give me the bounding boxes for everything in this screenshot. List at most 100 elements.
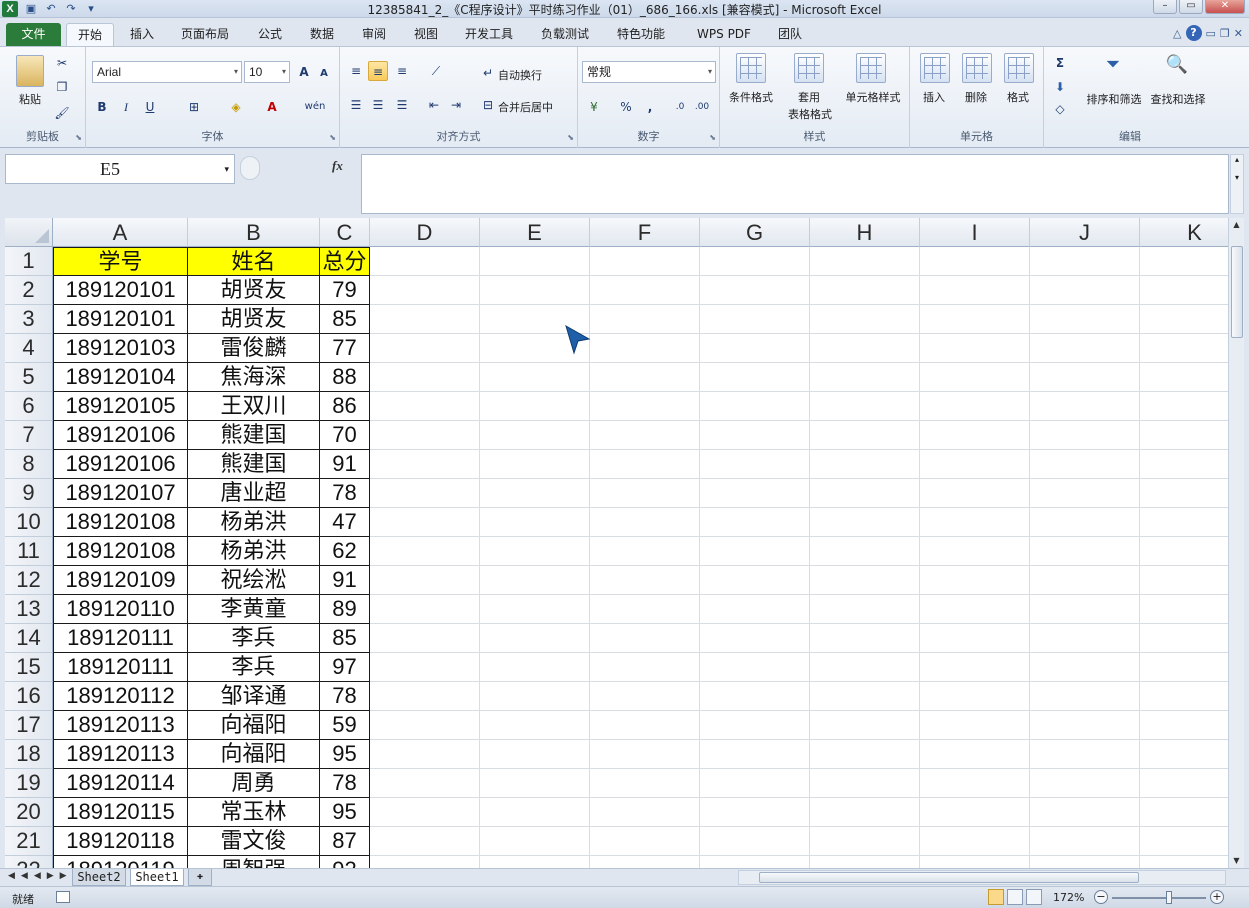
empty-cell[interactable] [700,682,810,711]
close-button[interactable]: ✕ [1205,0,1245,14]
empty-cell[interactable] [370,305,480,334]
empty-cell[interactable] [370,682,480,711]
cell-styles-button[interactable]: 单元格样式 [840,89,906,105]
empty-cell[interactable] [810,682,920,711]
empty-cell[interactable] [920,537,1030,566]
cell-student-id[interactable]: 189120113 [53,711,188,740]
page-break-view-button[interactable] [1026,889,1042,905]
empty-cell[interactable] [1030,856,1140,868]
empty-cell[interactable] [370,508,480,537]
empty-cell[interactable] [920,798,1030,827]
merge-center-button[interactable]: 合并后居中 [498,99,553,115]
cell-total-score[interactable]: 86 [320,392,370,421]
sort-filter-icon[interactable]: ⏷ [1098,55,1128,75]
find-select-button[interactable]: 查找和选择 [1146,91,1210,107]
empty-cell[interactable] [810,247,920,276]
cell-total-score[interactable]: 79 [320,276,370,305]
cell-total-score[interactable]: 95 [320,798,370,827]
empty-cell[interactable] [590,653,700,682]
zoom-slider[interactable] [1112,897,1206,899]
horizontal-scroll-thumb[interactable] [759,872,1139,883]
cell-student-name[interactable]: 常玉林 [188,798,320,827]
column-header-e[interactable]: E [480,218,590,247]
cell-total-score[interactable]: 85 [320,624,370,653]
column-header-a[interactable]: A [53,218,188,247]
empty-cell[interactable] [1140,711,1228,740]
cell-student-id[interactable]: 189120110 [53,595,188,624]
empty-cell[interactable] [920,479,1030,508]
zoom-out-button[interactable]: − [1094,890,1108,904]
empty-cell[interactable] [920,769,1030,798]
column-header-d[interactable]: D [370,218,480,247]
column-header-i[interactable]: I [920,218,1030,247]
empty-cell[interactable] [810,421,920,450]
format-as-table-label1[interactable]: 套用 [794,89,824,105]
empty-cell[interactable] [1030,682,1140,711]
bold-button[interactable]: B [92,97,112,117]
tab-team[interactable]: 团队 [766,23,814,46]
comma-button[interactable]: , [640,97,660,117]
empty-cell[interactable] [1030,305,1140,334]
empty-cell[interactable] [590,276,700,305]
empty-cell[interactable] [1140,769,1228,798]
empty-cell[interactable] [810,537,920,566]
column-header-c[interactable]: C [320,218,370,247]
tab-wps-pdf[interactable]: WPS PDF [688,23,760,46]
column-header-k[interactable]: K [1140,218,1228,247]
decrease-decimal-icon[interactable]: .00 [692,97,712,117]
empty-cell[interactable] [1140,624,1228,653]
empty-cell[interactable] [1140,421,1228,450]
empty-cell[interactable] [370,247,480,276]
row-header[interactable]: 6 [5,392,53,421]
empty-cell[interactable] [1030,798,1140,827]
row-header[interactable]: 4 [5,334,53,363]
grow-font-button[interactable]: A [294,62,314,82]
empty-cell[interactable] [370,421,480,450]
cell-student-name[interactable]: 胡贤友 [188,305,320,334]
cell-student-id[interactable]: 189120108 [53,537,188,566]
font-dialog-launcher[interactable]: ⬊ [329,133,336,142]
empty-cell[interactable] [590,450,700,479]
row-header[interactable]: 16 [5,682,53,711]
empty-cell[interactable] [920,392,1030,421]
cell-student-id[interactable]: 189120115 [53,798,188,827]
merge-center-icon[interactable]: ⊟ [478,95,498,115]
empty-cell[interactable] [480,537,590,566]
empty-cell[interactable] [370,740,480,769]
empty-cell[interactable] [810,595,920,624]
empty-cell[interactable] [700,566,810,595]
cell-student-name[interactable]: 焦海深 [188,363,320,392]
empty-cell[interactable] [370,363,480,392]
empty-cell[interactable] [1140,450,1228,479]
tab-developer[interactable]: 开发工具 [456,23,522,46]
number-format-select[interactable]: 常规 ▾ [582,61,716,83]
cell-total-score[interactable]: 62 [320,537,370,566]
cell-student-id[interactable]: 189120112 [53,682,188,711]
empty-cell[interactable] [920,247,1030,276]
empty-cell[interactable] [920,508,1030,537]
cell-student-name[interactable]: 胡贤友 [188,276,320,305]
empty-cell[interactable] [1030,479,1140,508]
cell-total-score[interactable]: 97 [320,653,370,682]
empty-cell[interactable] [920,421,1030,450]
cell-student-id[interactable]: 189120119 [53,856,188,868]
empty-cell[interactable] [370,450,480,479]
clipboard-dialog-launcher[interactable]: ⬊ [75,133,82,142]
empty-cell[interactable] [920,653,1030,682]
cell-student-name[interactable]: 熊建国 [188,421,320,450]
empty-cell[interactable] [700,769,810,798]
empty-cell[interactable] [590,537,700,566]
column-header-g[interactable]: G [700,218,810,247]
empty-cell[interactable] [1030,653,1140,682]
cell-student-id[interactable]: 189120106 [53,421,188,450]
row-header[interactable]: 21 [5,827,53,856]
empty-cell[interactable] [480,682,590,711]
empty-cell[interactable] [590,827,700,856]
empty-cell[interactable] [1030,740,1140,769]
row-header[interactable]: 9 [5,479,53,508]
empty-cell[interactable] [590,769,700,798]
empty-cell[interactable] [1140,305,1228,334]
header-cell-total-score[interactable]: 总分 [320,247,370,276]
empty-cell[interactable] [1140,682,1228,711]
vertical-scrollbar[interactable]: ▲ ▼ [1228,218,1244,868]
